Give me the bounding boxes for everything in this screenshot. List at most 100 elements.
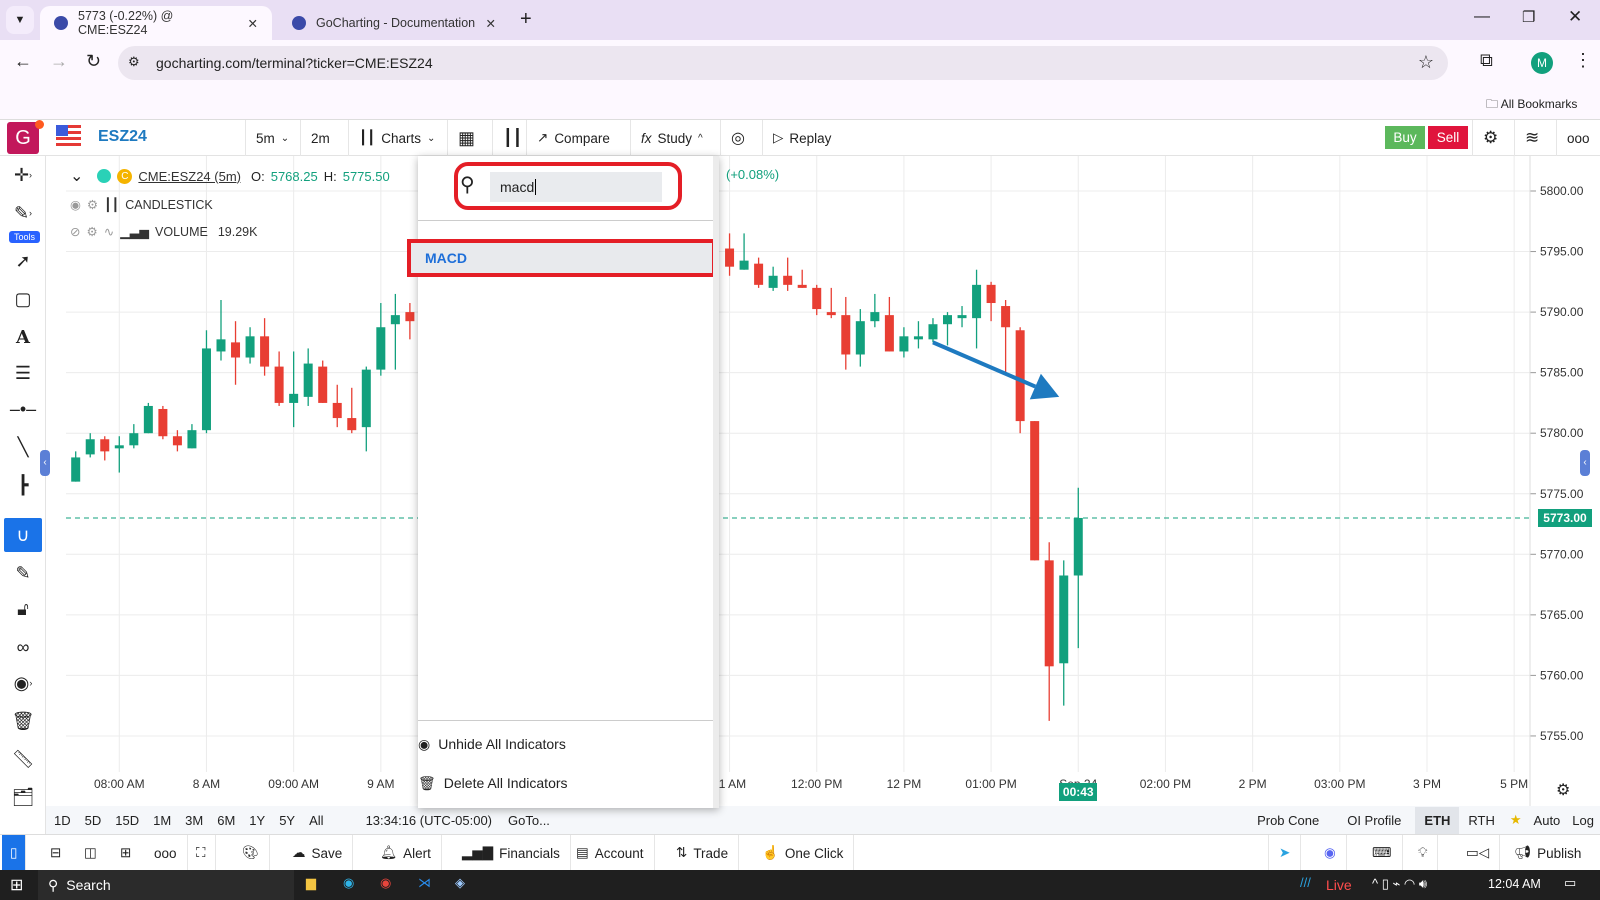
windows-taskbar: ⊞ ⚲ Search ▆ ◉ ◉ ⋊ ◈ /// Live ^ ▯ ⌁ ◠ 🔊︎ …: [0, 870, 1600, 900]
layout-horizontal-split-icon[interactable]: ⊟: [40, 835, 71, 871]
candle-body: [129, 433, 139, 446]
goto-button[interactable]: GoTo...: [508, 813, 550, 828]
theme-palette-icon[interactable]: 🎨︎: [232, 835, 271, 871]
y-tick-label: 5785.00: [1540, 366, 1584, 380]
range-button-1d[interactable]: 1D: [54, 813, 71, 828]
taskbar-search[interactable]: ⚲ Search: [38, 870, 294, 900]
collapse-legend-chevron-icon[interactable]: ⌄: [70, 166, 83, 186]
range-button-5d[interactable]: 5D: [85, 813, 102, 828]
app-icon[interactable]: ◈: [455, 875, 465, 891]
layout-single-icon[interactable]: ▯: [2, 835, 27, 871]
pulse-icon: ∿: [103, 225, 115, 239]
auto-scale-button[interactable]: Auto: [1528, 813, 1567, 828]
lightbulb-icon[interactable]: 💡︎: [1408, 835, 1439, 871]
x-tick-label: 5 PM: [1500, 777, 1528, 791]
y-tick-label: 5795.00: [1540, 245, 1584, 259]
log-scale-button[interactable]: Log: [1566, 813, 1600, 828]
candle-body: [100, 439, 110, 452]
x-tick-label: 12 PM: [887, 777, 922, 791]
legend-symbol[interactable]: CME:ESZ24 (5m): [138, 169, 241, 184]
candle-body: [1059, 575, 1069, 664]
candle-body: [1015, 330, 1025, 422]
more-layouts-icon[interactable]: ooo: [144, 835, 188, 871]
delete-all-indicators[interactable]: 🗑︎ Delete All Indicators: [418, 775, 568, 792]
x-tick-label: 3 PM: [1413, 777, 1441, 791]
telegram-icon[interactable]: ➤: [1268, 835, 1302, 871]
rth-button[interactable]: RTH: [1459, 813, 1503, 828]
candlestick-icon: ┃┃: [104, 198, 120, 212]
account-button[interactable]: ▤ Account: [566, 835, 655, 871]
candle-body: [739, 260, 749, 270]
windows-start-icon[interactable]: ⊞: [10, 875, 23, 895]
range-button-all[interactable]: All: [309, 813, 323, 828]
financials-button[interactable]: ▂▅▇ Financials: [452, 835, 571, 871]
range-button-5y[interactable]: 5Y: [279, 813, 295, 828]
y-tick-label: 5775.00: [1540, 487, 1584, 501]
save-button[interactable]: ☁ Save: [282, 835, 354, 871]
study-result-macd[interactable]: MACD: [407, 239, 716, 277]
chrome-icon[interactable]: ◉: [380, 875, 391, 891]
candle-body: [114, 445, 124, 449]
gear-icon[interactable]: ⚙: [87, 197, 98, 212]
notifications-icon[interactable]: ▭: [1564, 875, 1576, 891]
discord-icon[interactable]: ◉: [1314, 835, 1347, 871]
range-button-6m[interactable]: 6M: [217, 813, 235, 828]
study-search-input[interactable]: macd: [490, 172, 662, 202]
x-tick-label: 09:00 AM: [268, 777, 319, 791]
favorite-star-icon[interactable]: ★: [1504, 812, 1528, 828]
trade-button[interactable]: ⇅ Trade: [666, 835, 740, 871]
one-click-label: One Click: [784, 845, 844, 861]
search-icon: ⚲: [48, 876, 59, 893]
vscode-icon[interactable]: ⋊: [418, 875, 431, 891]
price-chart[interactable]: 5800.00 5795.00 5790.00 5785.00 5780.00 5775.…: [0, 0, 1600, 900]
system-tray-icons[interactable]: ^ ▯ ⌁ ◠ 🔊︎: [1372, 876, 1427, 892]
eye-icon[interactable]: ◉: [70, 197, 81, 212]
alert-button[interactable]: 🔔︎ Alert: [370, 835, 442, 871]
dropdown-scrollbar[interactable]: [713, 156, 719, 808]
change-percent: (+0.08%): [726, 167, 780, 182]
candle-body: [71, 457, 81, 482]
edge-icon[interactable]: ◉: [343, 875, 354, 891]
chart-legend: ⌄ C CME:ESZ24 (5m) O: 5768.25 H: 5775.50: [70, 166, 390, 186]
range-button-3m[interactable]: 3M: [185, 813, 203, 828]
range-bar: 1D 5D 15D 1M 3M 6M 1Y 5Y All 13:34:16 (UTC-05:00…: [46, 806, 1600, 834]
high-value: 5775.50: [342, 168, 390, 184]
cloud-icon: ☁: [292, 845, 306, 860]
search-label: Search: [66, 877, 111, 893]
study-dropdown: ⚲ macd MACD ◉ Unhide All Indicators 🗑︎ Del…: [407, 156, 719, 808]
candle-body: [986, 284, 996, 304]
y-tick-label: 5755.00: [1540, 729, 1584, 743]
publish-button[interactable]: 📢︎ Publish: [1504, 835, 1591, 871]
layout-vertical-split-icon[interactable]: ◫: [74, 835, 107, 871]
candle-body: [405, 312, 415, 322]
publish-label: Publish: [1537, 845, 1582, 861]
eye-hidden-icon[interactable]: ⊘: [70, 224, 80, 239]
layout-quad-icon[interactable]: ⊞: [110, 835, 141, 871]
candle-body: [260, 336, 270, 367]
fullscreen-icon[interactable]: ⛶: [186, 835, 217, 871]
candle-body: [725, 248, 735, 267]
eth-button[interactable]: ETH: [1415, 806, 1460, 834]
range-button-1m[interactable]: 1M: [153, 813, 171, 828]
financials-label: Financials: [499, 845, 560, 861]
file-explorer-icon[interactable]: ▆: [306, 875, 316, 891]
unhide-all-indicators[interactable]: ◉ Unhide All Indicators: [418, 736, 566, 753]
coin-icon: C: [117, 168, 133, 184]
oi-profile-button[interactable]: OI Profile: [1333, 813, 1415, 828]
prob-cone-button[interactable]: Prob Cone: [1243, 813, 1333, 828]
axis-settings-icon[interactable]: ⚙: [1556, 780, 1570, 800]
range-button-15d[interactable]: 15D: [115, 813, 139, 828]
account-icon: ▤: [576, 845, 589, 860]
video-icon[interactable]: ▭◁: [1456, 835, 1501, 871]
clock-time[interactable]: 12:04 AM: [1488, 877, 1541, 891]
keyboard-icon[interactable]: ⌨: [1362, 835, 1403, 871]
candle-body: [1030, 421, 1040, 561]
range-button-1y[interactable]: 1Y: [249, 813, 265, 828]
gear-icon[interactable]: ⚙: [86, 224, 97, 239]
one-click-button[interactable]: ☝ One Click: [752, 835, 855, 871]
live-label[interactable]: Live: [1326, 877, 1352, 893]
open-value: 5768.25: [270, 168, 318, 184]
alert-label: Alert: [403, 845, 431, 861]
candle-body: [899, 336, 909, 352]
candle-body: [826, 312, 836, 316]
